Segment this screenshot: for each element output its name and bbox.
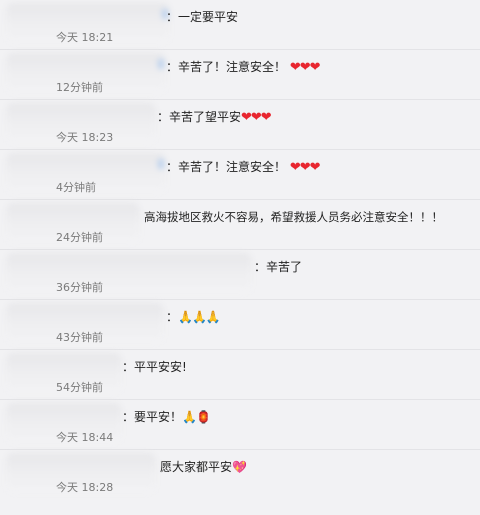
comment-text: ：辛苦了望平安❤❤❤ <box>157 110 272 125</box>
comment-time: 54分钟前 <box>56 381 103 394</box>
blurred-username <box>6 253 252 293</box>
comment-time: 4分钟前 <box>56 181 96 194</box>
comment-item[interactable]: ：平平安安! 54分钟前 <box>0 350 480 400</box>
comment-item[interactable]: ：要平安！🙏🏮 今天 18:44 <box>0 400 480 450</box>
comment-text: ：平平安安! <box>122 360 187 374</box>
comment-time: 43分钟前 <box>56 331 103 344</box>
comment-text: ：辛苦了！注意安全！ ❤❤❤ <box>166 160 321 175</box>
comment-item[interactable]: ：辛苦了 36分钟前 <box>0 250 480 300</box>
heart-emoji-icon: ❤❤❤ <box>241 110 272 125</box>
comment-list: ：一定要平安 今天 18:21 ：辛苦了！注意安全！ ❤❤❤ 12分钟前 ：辛苦… <box>0 0 480 515</box>
comment-text: 愿大家都平安💖 <box>160 460 247 474</box>
sparkling-heart-emoji-icon: 💖 <box>232 460 247 474</box>
comment-item[interactable]: ：辛苦了！注意安全！ ❤❤❤ 4分钟前 <box>0 150 480 200</box>
comment-time: 今天 18:21 <box>56 31 114 44</box>
comment-text: 高海拔地区救火不容易，希望救援人员务必注意安全！！！ <box>144 210 443 224</box>
comment-time: 24分钟前 <box>56 231 103 244</box>
comment-item[interactable]: ：辛苦了望平安❤❤❤ 今天 18:23 <box>0 100 480 150</box>
heart-emoji-icon: ❤❤❤ <box>289 60 321 75</box>
comment-item[interactable]: ：一定要平安 今天 18:21 <box>0 0 480 50</box>
comment-text: ：辛苦了 <box>254 260 303 274</box>
comment-text: ：要平安！🙏🏮 <box>122 410 211 424</box>
comment-item[interactable]: 愿大家都平安💖 今天 18:28 <box>0 450 480 500</box>
comment-text: ：一定要平安 <box>166 10 239 24</box>
comment-time: 12分钟前 <box>56 81 103 94</box>
pray-lantern-emoji-icon: 🙏🏮 <box>182 410 211 424</box>
comment-time: 今天 18:44 <box>56 431 114 444</box>
comment-item[interactable]: 高海拔地区救火不容易，希望救援人员务必注意安全！！！ 24分钟前 <box>0 200 480 250</box>
comment-text: ：辛苦了！注意安全！ ❤❤❤ <box>166 60 321 75</box>
comment-time: 36分钟前 <box>56 281 103 294</box>
comment-item[interactable]: ：辛苦了！注意安全！ ❤❤❤ 12分钟前 <box>0 50 480 100</box>
heart-emoji-icon: ❤❤❤ <box>289 160 321 175</box>
pray-emoji-icon: 🙏🙏🙏 <box>178 310 221 324</box>
comment-time: 今天 18:28 <box>56 481 114 494</box>
comment-item[interactable]: ：🙏🙏🙏 43分钟前 <box>0 300 480 350</box>
comment-time: 今天 18:23 <box>56 131 114 144</box>
comment-text: ：🙏🙏🙏 <box>166 310 221 324</box>
